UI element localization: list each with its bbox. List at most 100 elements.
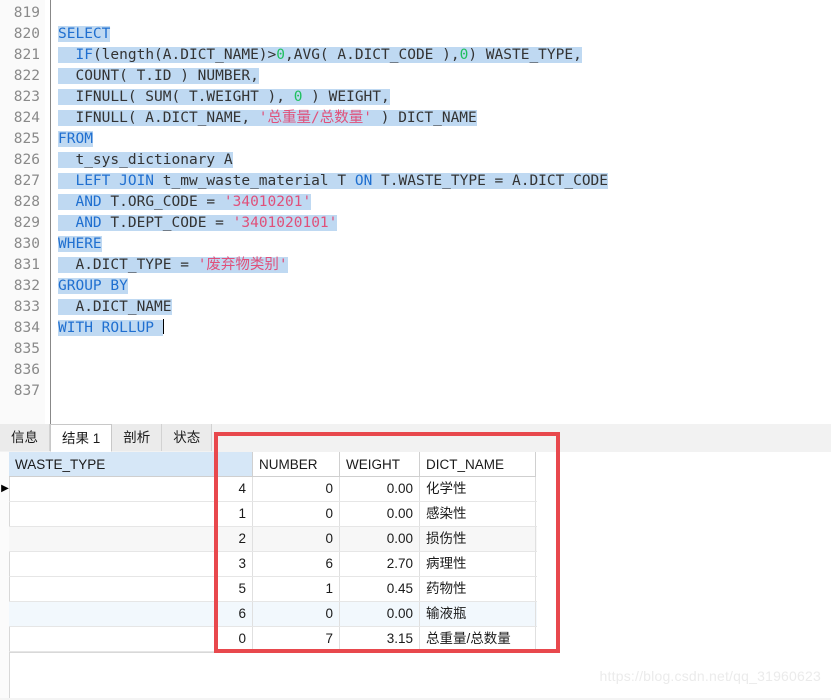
grid-end-divider: [9, 652, 537, 653]
result-grid[interactable]: WASTE_TYPE NUMBER WEIGHT DICT_NAME 4 0 0.00 化学…: [0, 452, 831, 700]
table-row[interactable]: 3 6 2.70 病理性: [9, 552, 537, 577]
code-token-plain: ) WASTE_TYPE,: [468, 47, 582, 63]
cell-dict_name[interactable]: 总重量/总数量: [420, 627, 536, 651]
gutter-separator: [50, 0, 51, 424]
code-token-num: 0: [276, 47, 285, 63]
code-token-kw: LEFT JOIN: [75, 173, 155, 189]
code-line-selection: COUNT( T.ID ) NUMBER,: [58, 68, 259, 84]
line-number: 836: [13, 362, 40, 378]
code-token-kw: AND: [75, 194, 102, 210]
code-token-plain: IFNULL( SUM( T.WEIGHT ),: [75, 89, 294, 105]
sql-editor[interactable]: 819 820 821 822 823 824 825 826 827 828 829 830 831 8…: [0, 0, 831, 424]
cell-waste_type[interactable]: 4: [9, 477, 253, 501]
column-header-number[interactable]: NUMBER: [253, 452, 340, 477]
code-token-plain: t_mw_waste_material T: [154, 173, 355, 189]
code-line[interactable]: WITH ROLLUP: [58, 318, 164, 339]
cell-number[interactable]: 1: [253, 577, 340, 601]
cell-weight[interactable]: 0.45: [340, 577, 420, 601]
cell-waste_type[interactable]: 6: [9, 602, 253, 626]
result-grid-header-row[interactable]: WASTE_TYPE NUMBER WEIGHT DICT_NAME: [9, 452, 537, 477]
column-header-weight[interactable]: WEIGHT: [340, 452, 420, 477]
cell-dict_name[interactable]: 输液瓶: [420, 602, 536, 626]
code-line[interactable]: IFNULL( SUM( T.WEIGHT ), 0 ) WEIGHT,: [58, 87, 390, 108]
cell-dict_name[interactable]: 化学性: [420, 477, 536, 501]
code-line-selection: SELECT: [58, 26, 111, 42]
code-token-plain: ) DICT_NAME: [372, 110, 477, 126]
cell-waste_type[interactable]: 2: [9, 527, 253, 551]
cell-number[interactable]: 6: [253, 552, 340, 576]
code-token-plain: T.ORG_CODE =: [101, 194, 224, 210]
code-line[interactable]: IFNULL( A.DICT_NAME, '总重量/总数量' ) DICT_NA…: [58, 108, 477, 129]
results-tab-1[interactable]: 结果 1: [50, 424, 113, 452]
code-token-plain: IFNULL( A.DICT_NAME,: [75, 110, 259, 126]
cell-number[interactable]: 0: [253, 502, 340, 526]
line-number: 826: [13, 152, 40, 168]
code-line[interactable]: FROM: [58, 129, 93, 150]
code-line[interactable]: SELECT: [58, 24, 111, 45]
code-token-plain: A.DICT_TYPE =: [75, 257, 198, 273]
code-token-plain: t_sys_dictionary A: [75, 152, 233, 168]
line-number: 830: [13, 236, 40, 252]
line-number: 827: [13, 173, 40, 189]
sql-code-area[interactable]: SELECT IF(length(A.DICT_NAME)>0,AVG( A.D…: [58, 0, 831, 424]
code-token-plain: COUNT( T.ID ) NUMBER,: [75, 68, 259, 84]
code-line-selection: WHERE: [58, 236, 102, 252]
cell-number[interactable]: 7: [253, 627, 340, 651]
column-header-dict_name[interactable]: DICT_NAME: [420, 452, 536, 477]
cell-number[interactable]: 0: [253, 477, 340, 501]
code-token-str: '3401020101': [232, 215, 338, 231]
cell-waste_type[interactable]: 5: [9, 577, 253, 601]
code-token-kw: ON: [354, 173, 373, 189]
line-number: 829: [13, 215, 40, 231]
code-line[interactable]: A.DICT_NAME: [58, 297, 172, 318]
cell-weight[interactable]: 0.00: [340, 527, 420, 551]
line-number: 820: [13, 26, 40, 42]
cell-dict_name[interactable]: 损伤性: [420, 527, 536, 551]
cell-weight[interactable]: 2.70: [340, 552, 420, 576]
column-header-waste_type[interactable]: WASTE_TYPE: [9, 452, 253, 477]
code-line[interactable]: WHERE: [58, 234, 102, 255]
code-line[interactable]: AND T.ORG_CODE = '34010201': [58, 192, 312, 213]
cell-waste_type[interactable]: 0: [9, 627, 253, 651]
code-line-selection: IF(length(A.DICT_NAME)>0,AVG( A.DICT_COD…: [58, 47, 582, 63]
watermark-text: https://blog.csdn.net/qq_31960623: [599, 668, 821, 684]
cell-waste_type[interactable]: 1: [9, 502, 253, 526]
cell-number[interactable]: 0: [253, 602, 340, 626]
line-number: 823: [13, 89, 40, 105]
code-line[interactable]: t_sys_dictionary A: [58, 150, 233, 171]
results-tab-0[interactable]: 信息: [0, 424, 50, 451]
code-token-kw: WHERE: [58, 236, 102, 252]
cell-dict_name[interactable]: 药物性: [420, 577, 536, 601]
line-number: 828: [13, 194, 40, 210]
table-row[interactable]: 2 0 0.00 损伤性: [9, 527, 537, 552]
code-line[interactable]: GROUP BY: [58, 276, 128, 297]
code-token-str: '34010201': [223, 194, 312, 210]
table-row[interactable]: 6 0 0.00 输液瓶: [9, 602, 537, 627]
line-number: 834: [13, 320, 40, 336]
code-token-kw: FROM: [58, 131, 93, 147]
code-line[interactable]: A.DICT_TYPE = '废弃物类别': [58, 255, 288, 276]
code-line[interactable]: AND T.DEPT_CODE = '3401020101': [58, 213, 338, 234]
code-line[interactable]: IF(length(A.DICT_NAME)>0,AVG( A.DICT_COD…: [58, 45, 582, 66]
code-line-selection: LEFT JOIN t_mw_waste_material T ON T.WAS…: [58, 173, 609, 189]
code-token-plain: (length(A.DICT_NAME)>: [92, 47, 277, 63]
table-row[interactable]: 1 0 0.00 感染性: [9, 502, 537, 527]
cell-weight[interactable]: 0.00: [340, 602, 420, 626]
table-row[interactable]: 5 1 0.45 药物性: [9, 577, 537, 602]
results-tab-2[interactable]: 剖析: [112, 424, 163, 451]
code-line-selection: A.DICT_TYPE = '废弃物类别': [58, 257, 288, 273]
cell-weight[interactable]: 3.15: [340, 627, 420, 651]
code-line[interactable]: COUNT( T.ID ) NUMBER,: [58, 66, 259, 87]
cell-dict_name[interactable]: 感染性: [420, 502, 536, 526]
table-row[interactable]: 0 7 3.15 总重量/总数量: [9, 627, 537, 652]
results-tab-3[interactable]: 状态: [162, 424, 213, 451]
cell-number[interactable]: 0: [253, 527, 340, 551]
cell-waste_type[interactable]: 3: [9, 552, 253, 576]
cell-weight[interactable]: 0.00: [340, 477, 420, 501]
code-token-plain: T.DEPT_CODE =: [101, 215, 233, 231]
cell-dict_name[interactable]: 病理性: [420, 552, 536, 576]
table-row[interactable]: 4 0 0.00 化学性: [9, 477, 537, 502]
code-line[interactable]: LEFT JOIN t_mw_waste_material T ON T.WAS…: [58, 171, 609, 192]
cell-weight[interactable]: 0.00: [340, 502, 420, 526]
